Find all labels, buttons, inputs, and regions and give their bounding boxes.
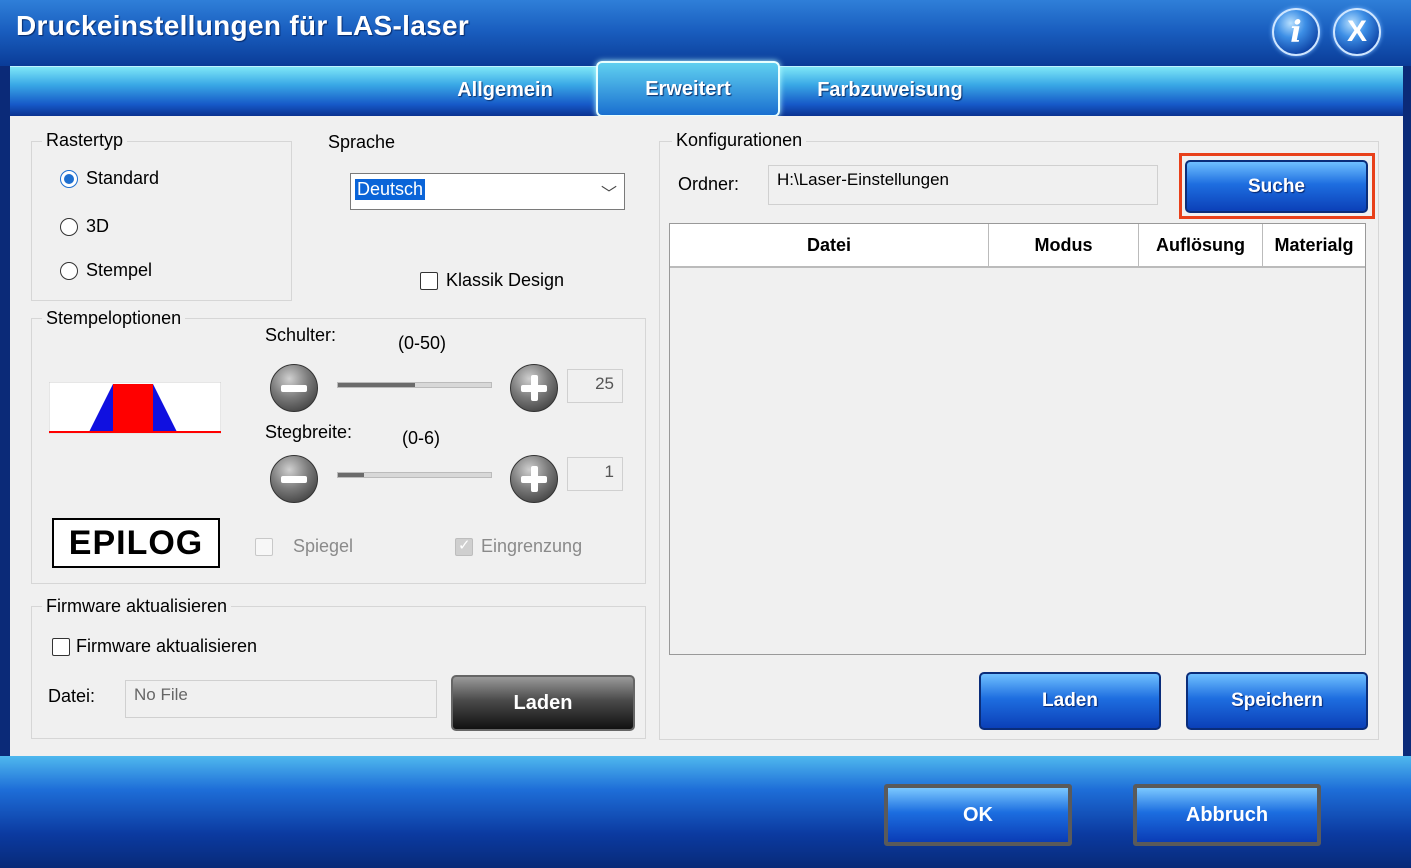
spiegel-checkbox[interactable] [255,538,273,556]
eingrenzung-label: Eingrenzung [481,536,583,556]
schulter-slider-fill [338,383,415,387]
radio-stempel-label: Stempel [86,260,153,280]
stegbreite-label: Stegbreite: [265,422,353,442]
close-icon[interactable]: X [1333,8,1381,56]
schulter-minus-button[interactable] [270,364,318,412]
tab-allgemein[interactable]: Allgemein [430,67,580,113]
radio-3d-label: 3D [86,216,110,236]
minus-icon [281,475,307,483]
eingrenzung-checkbox[interactable] [455,536,473,556]
config-load-button[interactable]: Laden [979,672,1161,730]
column-material[interactable]: Materialg [1263,224,1365,266]
info-icon[interactable]: i [1272,8,1320,56]
ordner-label: Ordner: [678,174,740,194]
stegbreite-range: (0-6) [402,428,441,448]
radio-stempel[interactable] [60,262,78,280]
sprache-select[interactable]: Deutsch ﹀ [350,173,625,210]
sprache-label: Sprache [328,132,396,152]
plus-icon [521,466,547,492]
chevron-down-icon: ﹀ [601,186,618,203]
spiegel-label: Spiegel [293,536,354,556]
stegbreite-value[interactable]: 1 [567,457,623,491]
column-datei[interactable]: Datei [670,224,989,266]
epilog-logo: EPILOG [52,518,220,568]
stempeloptionen-label: Stempeloptionen [42,308,186,329]
stegbreite-slider-fill [338,473,364,477]
tab-bar: Allgemein Erweitert Farbzuweisung [10,61,1403,117]
konfigurationen-label: Konfigurationen [672,130,807,151]
column-modus[interactable]: Modus [989,224,1139,266]
column-aufloesung[interactable]: Auflösung [1139,224,1263,266]
ok-button[interactable]: OK [884,784,1072,846]
stegbreite-slider[interactable] [337,472,492,478]
plus-icon [521,375,547,401]
radio-3d[interactable] [60,218,78,236]
window-title: Druckeinstellungen für LAS-laser [16,10,470,41]
schulter-range: (0-50) [398,333,447,353]
stegbreite-minus-button[interactable] [270,455,318,503]
firmware-file-field[interactable]: No File [125,680,437,718]
schulter-label: Schulter: [265,325,337,345]
minus-icon [281,384,307,392]
schulter-plus-button[interactable] [510,364,558,412]
schulter-value[interactable]: 25 [567,369,623,403]
firmware-checkbox-label: Firmware aktualisieren [76,636,258,656]
footer-bar: OK Abbruch [0,756,1411,868]
klassik-checkbox[interactable] [420,272,438,290]
config-save-button[interactable]: Speichern [1186,672,1368,730]
stamp-preview [49,382,221,434]
ordner-field[interactable]: H:\Laser-Einstellungen [768,165,1158,205]
firmware-checkbox[interactable] [52,638,70,656]
tab-farbzuweisung[interactable]: Farbzuweisung [800,67,980,113]
tab-erweitert[interactable]: Erweitert [596,61,780,117]
firmware-group-label: Firmware aktualisieren [42,596,232,617]
firmware-file-label: Datei: [48,686,96,706]
title-bar: Druckeinstellungen für LAS-laser i X [0,0,1411,66]
rastertyp-label: Rastertyp [42,130,128,151]
klassik-label: Klassik Design [446,270,565,290]
config-table: Datei Modus Auflösung Materialg [669,223,1366,655]
radio-standard-label: Standard [86,168,160,188]
cancel-button[interactable]: Abbruch [1133,784,1321,846]
table-header: Datei Modus Auflösung Materialg [670,224,1365,268]
firmware-load-button[interactable]: Laden [451,675,635,731]
search-button[interactable]: Suche [1185,160,1368,213]
sprache-value: Deutsch [355,179,426,200]
schulter-slider[interactable] [337,382,492,388]
stegbreite-plus-button[interactable] [510,455,558,503]
radio-standard[interactable] [60,170,78,188]
